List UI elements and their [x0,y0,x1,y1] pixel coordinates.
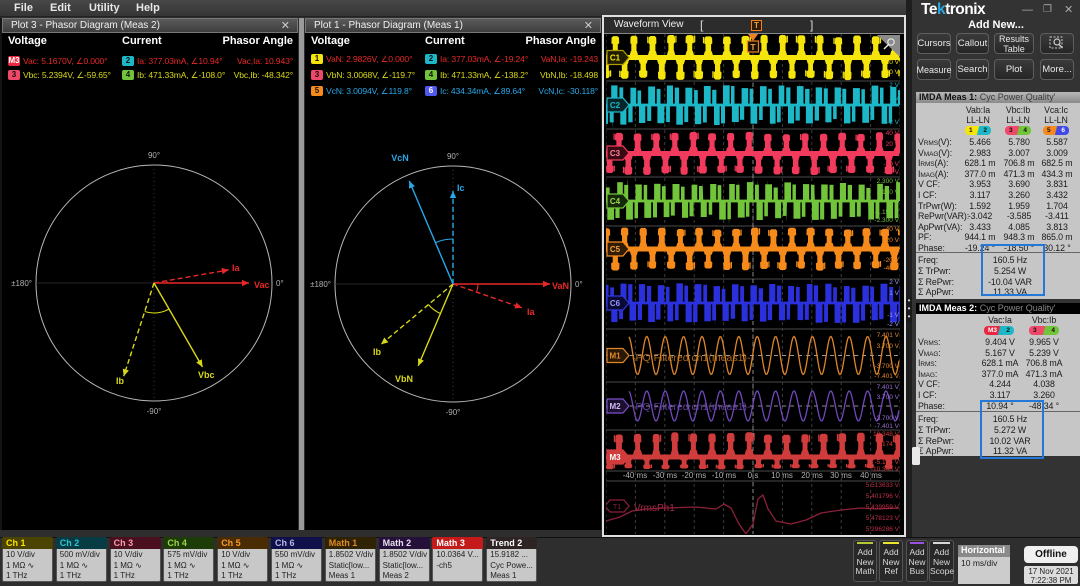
svg-text:Ia: Ia [232,263,241,273]
svg-text:C6: C6 [610,299,621,308]
svg-text:7.401 V: 7.401 V [877,332,900,339]
svg-text:7.401 V: 7.401 V [877,384,900,391]
svg-text:-PQ:Filtered ch1(meas1)-: -PQ:Filtered ch1(meas1)- [632,352,751,364]
svg-text:10 ms: 10 ms [771,471,793,480]
svg-text:-PQ:Filtered ch1(meas1)-: -PQ:Filtered ch1(meas1)- [632,401,751,413]
svg-text:-40 V: -40 V [883,265,899,272]
svg-text:10.348 V: 10.348 V [873,431,900,438]
svg-text:20 V: 20 V [886,141,900,148]
svg-text:5.513633 V: 5.513633 V [866,482,900,489]
svg-text:0°: 0° [575,280,583,289]
svg-text:C3: C3 [610,149,621,158]
svg-text:M2: M2 [609,402,621,411]
svg-text:C4: C4 [610,197,621,206]
svg-text:-90°: -90° [446,408,461,417]
svg-text:90°: 90° [447,152,459,161]
svg-text:5.439959 V: 5.439959 V [866,504,900,511]
svg-text:5.478123 V: 5.478123 V [866,515,900,522]
svg-text:VrmsPh1: VrmsPh1 [634,503,675,514]
svg-text:-10 ms: -10 ms [712,471,736,480]
svg-text:3.700 V: 3.700 V [877,343,900,350]
svg-text:-40 V: -40 V [883,69,899,76]
svg-text:±180°: ±180° [310,280,331,289]
svg-text:VcN: VcN [391,153,409,163]
svg-text:20 V: 20 V [886,237,900,244]
svg-text:M1: M1 [609,352,621,361]
svg-text:-90°: -90° [147,407,162,416]
svg-text:-7.401 V: -7.401 V [874,373,899,380]
svg-text:-7.401 V: -7.401 V [874,423,899,430]
svg-text:30 ms: 30 ms [830,471,852,480]
svg-text:VaN: VaN [552,281,569,291]
svg-text:C2: C2 [610,101,621,110]
svg-text:5.401796 V: 5.401796 V [866,493,900,500]
svg-text:T1: T1 [613,504,621,511]
svg-text:C5: C5 [610,245,621,254]
svg-text:1 V: 1 V [889,95,899,102]
svg-text:±180°: ±180° [11,279,32,288]
svg-text:20 ms: 20 ms [801,471,823,480]
svg-text:Ib: Ib [373,347,382,357]
svg-text:-3.700 V: -3.700 V [874,363,899,370]
svg-text:0°: 0° [276,279,284,288]
svg-text:2 V: 2 V [889,82,899,89]
svg-text:-40 ms: -40 ms [623,471,647,480]
svg-text:-1 V: -1 V [887,312,900,319]
svg-text:Ia: Ia [527,307,536,317]
svg-text:Vbc: Vbc [198,370,215,380]
svg-text:-2 V: -2 V [887,119,900,126]
svg-text:3.700 V: 3.700 V [877,394,900,401]
svg-text:0 s: 0 s [748,471,759,480]
svg-text:-5.174 V: -5.174 V [874,459,899,466]
svg-text:-20 ms: -20 ms [682,471,706,480]
svg-text:-2.300 V: -2.300 V [874,217,899,224]
svg-text:M3: M3 [609,453,621,462]
svg-text:5.296286 V: 5.296286 V [866,526,900,533]
svg-text:40 V: 40 V [886,130,900,137]
svg-text:-20 V: -20 V [883,161,899,168]
svg-text:Ib: Ib [116,376,125,386]
svg-text:2 V: 2 V [889,279,899,286]
svg-text:-3.700 V: -3.700 V [874,415,899,422]
svg-text:-1.150 V: -1.150 V [874,209,899,216]
svg-text:-20 V: -20 V [883,257,899,264]
svg-text:-2 V: -2 V [887,321,900,328]
svg-text:1.150 V: 1.150 V [877,189,900,196]
svg-text:VbN: VbN [395,374,413,384]
svg-text:1 V: 1 V [889,290,899,297]
svg-text:-10.348 V: -10.348 V [871,466,900,473]
svg-text:T: T [750,42,756,52]
svg-text:Ic: Ic [457,183,465,193]
svg-text:2.300 V: 2.300 V [877,178,900,185]
svg-text:Vac: Vac [254,280,270,290]
svg-text:90°: 90° [148,151,160,160]
svg-text:40 V: 40 V [886,226,900,233]
svg-text:-30 ms: -30 ms [653,471,677,480]
svg-text:C1: C1 [610,54,621,63]
svg-text:5.174 V: 5.174 V [877,441,900,448]
svg-text:-20 V: -20 V [883,59,899,66]
svg-text:-40 V: -40 V [883,169,899,176]
